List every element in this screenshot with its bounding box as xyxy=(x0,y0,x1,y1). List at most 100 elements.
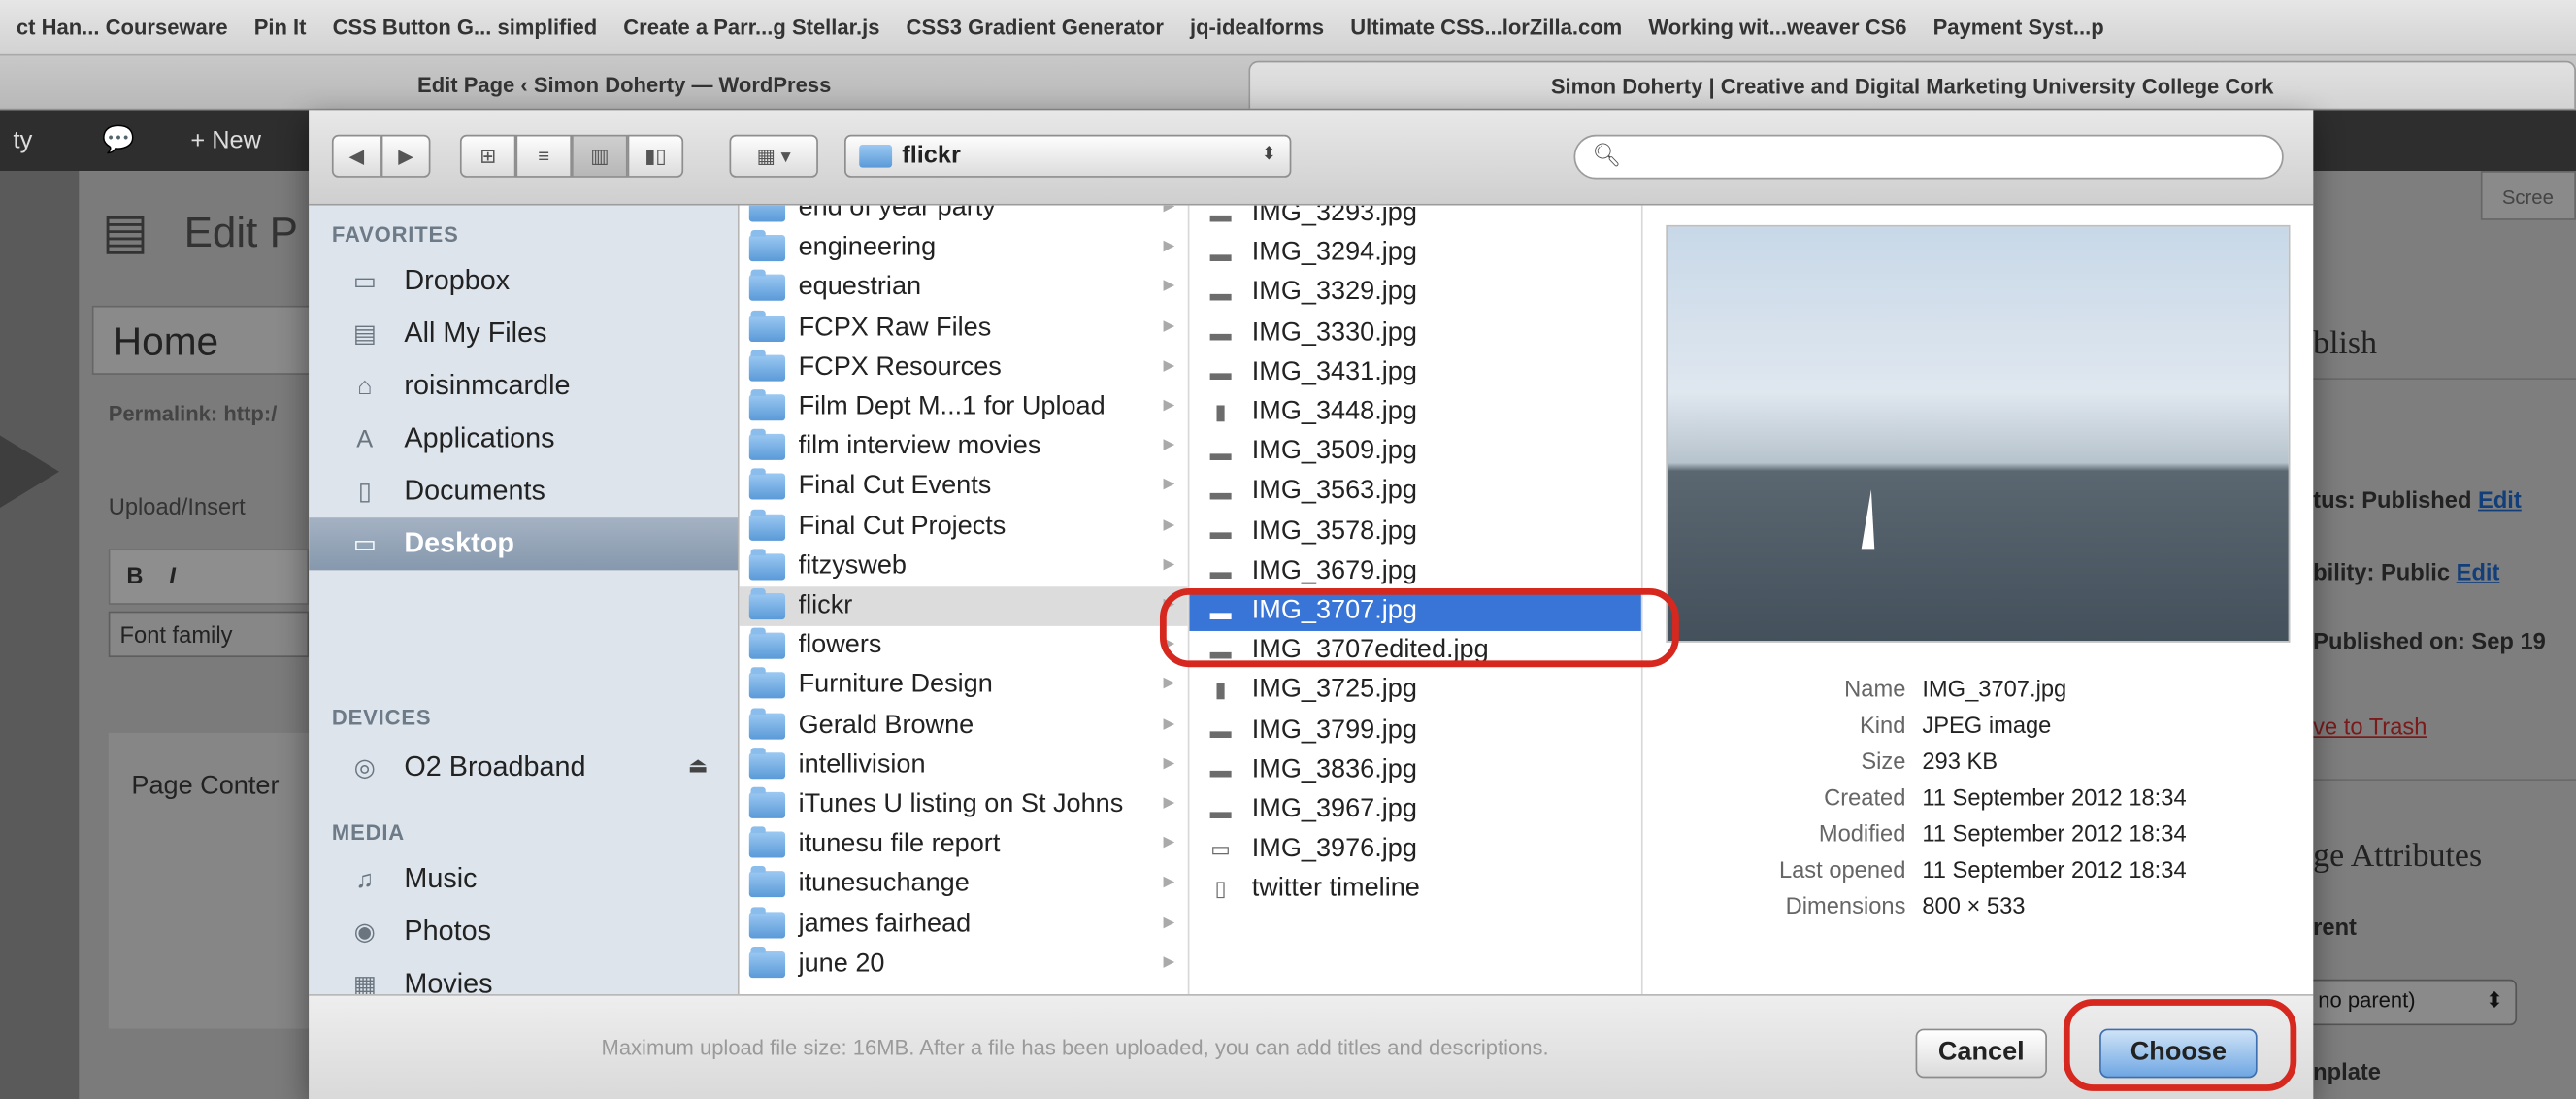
wp-site-link[interactable]: ty xyxy=(14,110,33,171)
file-row[interactable]: ▬ IMG_3431.jpg xyxy=(1189,353,1640,393)
folder-row[interactable]: flickr ▶ xyxy=(739,586,1188,626)
folder-row[interactable]: iTunes U listing on St Johns ▶ xyxy=(740,785,1188,825)
highlight-oval-choose-button xyxy=(2063,999,2297,1091)
cancel-button[interactable]: Cancel xyxy=(1915,1028,2047,1079)
folder-row[interactable]: FCPX Raw Files ▶ xyxy=(740,309,1188,349)
chevron-updown-icon: ⬍ xyxy=(1261,144,1277,165)
bookmark-item[interactable]: Payment Syst...p xyxy=(1933,15,2104,39)
folder-row[interactable]: Furniture Design ▶ xyxy=(740,666,1188,706)
file-row[interactable]: ▬ IMG_3293.jpg xyxy=(1189,206,1640,234)
search-input[interactable] xyxy=(1624,143,2266,173)
folder-row[interactable]: intellivision ▶ xyxy=(740,746,1188,785)
folder-path-select[interactable]: flickr ⬍ xyxy=(843,134,1292,178)
comment-icon[interactable]: 💬 xyxy=(102,110,135,171)
sidebar-item-home[interactable]: ⌂ roisinmcardle xyxy=(309,360,738,413)
file-row[interactable]: ▭ IMG_3976.jpg xyxy=(1189,830,1640,870)
bookmark-item[interactable]: ct Han... Courseware xyxy=(17,15,228,39)
folder-row[interactable]: engineering ▶ xyxy=(740,229,1188,269)
search-box[interactable]: 🔍︎ xyxy=(1573,134,2284,180)
status-edit-link[interactable]: Edit xyxy=(2478,486,2522,513)
move-to-trash-link[interactable]: ve to Trash xyxy=(2313,714,2427,740)
file-row[interactable]: ▬ IMG_3967.jpg xyxy=(1189,790,1640,830)
italic-icon[interactable]: I xyxy=(169,562,176,588)
folder-icon xyxy=(748,469,786,501)
sidebar-item-o2-broadband[interactable]: ◎ O2 Broadband ⏏ xyxy=(309,741,738,793)
folder-name: FCPX Resources xyxy=(798,352,1002,382)
file-row[interactable]: ▮ IMG_3725.jpg xyxy=(1189,671,1640,711)
file-row[interactable]: ▬ IMG_3563.jpg xyxy=(1189,472,1640,512)
folder-row[interactable]: end of year party ▶ xyxy=(740,205,1188,229)
tab-simon-doherty[interactable]: Simon Doherty | Creative and Digital Mar… xyxy=(1248,60,2576,109)
bookmark-item[interactable]: CSS Button G... simplified xyxy=(333,15,598,39)
file-row[interactable]: ▬ IMG_3679.jpg xyxy=(1189,551,1640,591)
folder-row[interactable]: Film Dept M...1 for Upload ▶ xyxy=(740,387,1188,427)
tab-edit-page[interactable]: Edit Page ‹ Simon Doherty — WordPress xyxy=(0,61,1248,109)
folder-icon xyxy=(859,144,893,168)
sidebar-item-desktop[interactable]: ▭ Desktop xyxy=(309,517,738,571)
sailboat-icon xyxy=(1861,489,1875,550)
folder-row[interactable]: Final Cut Events ▶ xyxy=(740,467,1188,507)
visibility-edit-link[interactable]: Edit xyxy=(2457,558,2500,584)
sidebar-item-applications[interactable]: A Applications xyxy=(309,413,738,465)
bookmark-item[interactable]: Create a Parr...g Stellar.js xyxy=(623,15,879,39)
back-button[interactable]: ◀ xyxy=(331,134,381,178)
file-row[interactable]: ▮ IMG_3448.jpg xyxy=(1189,393,1640,433)
file-row[interactable]: ▬ IMG_3578.jpg xyxy=(1189,512,1640,551)
folder-name: Furniture Design xyxy=(798,671,993,700)
folder-row[interactable]: june 20 ▶ xyxy=(740,945,1188,984)
folder-row[interactable]: itunesuchange ▶ xyxy=(740,865,1188,905)
status-label: tus: Published xyxy=(2313,486,2472,514)
file-row[interactable]: ▬ IMG_3799.jpg xyxy=(1189,711,1640,750)
icon-view-icon[interactable]: ⊞ xyxy=(459,134,516,178)
folder-row[interactable]: Gerald Browne ▶ xyxy=(740,706,1188,746)
file-row[interactable]: ▬ IMG_3330.jpg xyxy=(1189,314,1640,353)
folder-row[interactable]: itunesu file report ▶ xyxy=(740,825,1188,865)
bookmark-item[interactable]: CSS3 Gradient Generator xyxy=(907,15,1164,39)
folder-row[interactable]: fitzysweb ▶ xyxy=(740,547,1188,586)
folder-name: flickr xyxy=(798,591,853,620)
folder-name: iTunes U listing on St Johns xyxy=(798,790,1124,818)
cover-flow-icon[interactable]: ▮▯ xyxy=(627,134,684,178)
title-field[interactable]: Home xyxy=(91,305,322,375)
forward-button[interactable]: ▶ xyxy=(380,134,431,178)
info-value: IMG_3707.jpg xyxy=(1922,675,2067,702)
wp-new-button[interactable]: + New xyxy=(190,110,261,171)
folder-row[interactable]: FCPX Resources ▶ xyxy=(740,348,1188,387)
image-file-icon: ▬ xyxy=(1209,717,1232,744)
screen-options-button[interactable]: Scree xyxy=(2480,171,2576,220)
bookmark-item[interactable]: jq-idealforms xyxy=(1190,15,1324,39)
bold-icon[interactable]: B xyxy=(126,562,143,588)
folder-row[interactable]: Final Cut Projects ▶ xyxy=(740,507,1188,547)
image-file-icon: ▬ xyxy=(1209,797,1232,823)
sidebar-item-documents[interactable]: ▯ Documents xyxy=(309,465,738,517)
sidebar-item-music[interactable]: ♫ Music xyxy=(309,852,738,905)
folder-row[interactable]: film interview movies ▶ xyxy=(740,427,1188,467)
list-view-icon[interactable]: ≡ xyxy=(515,134,573,178)
file-row[interactable]: ▬ IMG_3509.jpg xyxy=(1189,432,1640,472)
bookmark-item[interactable]: Ultimate CSS...lorZilla.com xyxy=(1350,15,1622,39)
font-family-select[interactable]: Font family xyxy=(108,611,310,658)
upload-insert-label[interactable]: Upload/Insert xyxy=(109,493,246,519)
folder-row[interactable]: flowers ▶ xyxy=(740,626,1188,666)
documents-icon: ▯ xyxy=(357,478,372,507)
parent-select[interactable]: no parent) ⬍ xyxy=(2299,979,2518,1026)
format-toolbar: B I xyxy=(108,549,310,605)
column-view-icon[interactable]: ▥ xyxy=(572,134,628,178)
folder-row[interactable]: equestrian ▶ xyxy=(740,269,1188,309)
sidebar-item-all-my-files[interactable]: ▤ All My Files xyxy=(309,308,738,360)
file-name: IMG_3967.jpg xyxy=(1251,795,1417,823)
arrange-menu-icon[interactable]: ▦ ▾ xyxy=(729,134,818,178)
file-row[interactable]: ▬ IMG_3836.jpg xyxy=(1189,750,1640,790)
eject-icon[interactable]: ⏏ xyxy=(688,752,709,779)
folder-row[interactable]: james fairhead ▶ xyxy=(740,905,1188,945)
file-row[interactable]: ▬ IMG_3294.jpg xyxy=(1189,234,1640,274)
bookmark-item[interactable]: Pin It xyxy=(254,15,307,39)
sidebar-item-dropbox[interactable]: ▭ Dropbox xyxy=(309,254,738,307)
folder-icon xyxy=(748,509,786,541)
folder-name: film interview movies xyxy=(798,432,1041,461)
file-row[interactable]: ▬ IMG_3329.jpg xyxy=(1189,274,1640,314)
sidebar-item-photos[interactable]: ◉ Photos xyxy=(309,906,738,958)
bookmark-item[interactable]: Working wit...weaver CS6 xyxy=(1648,15,1906,39)
file-row[interactable]: ▯ twitter timeline xyxy=(1189,870,1640,910)
permalink-text: Permalink: http:/ xyxy=(108,400,278,426)
